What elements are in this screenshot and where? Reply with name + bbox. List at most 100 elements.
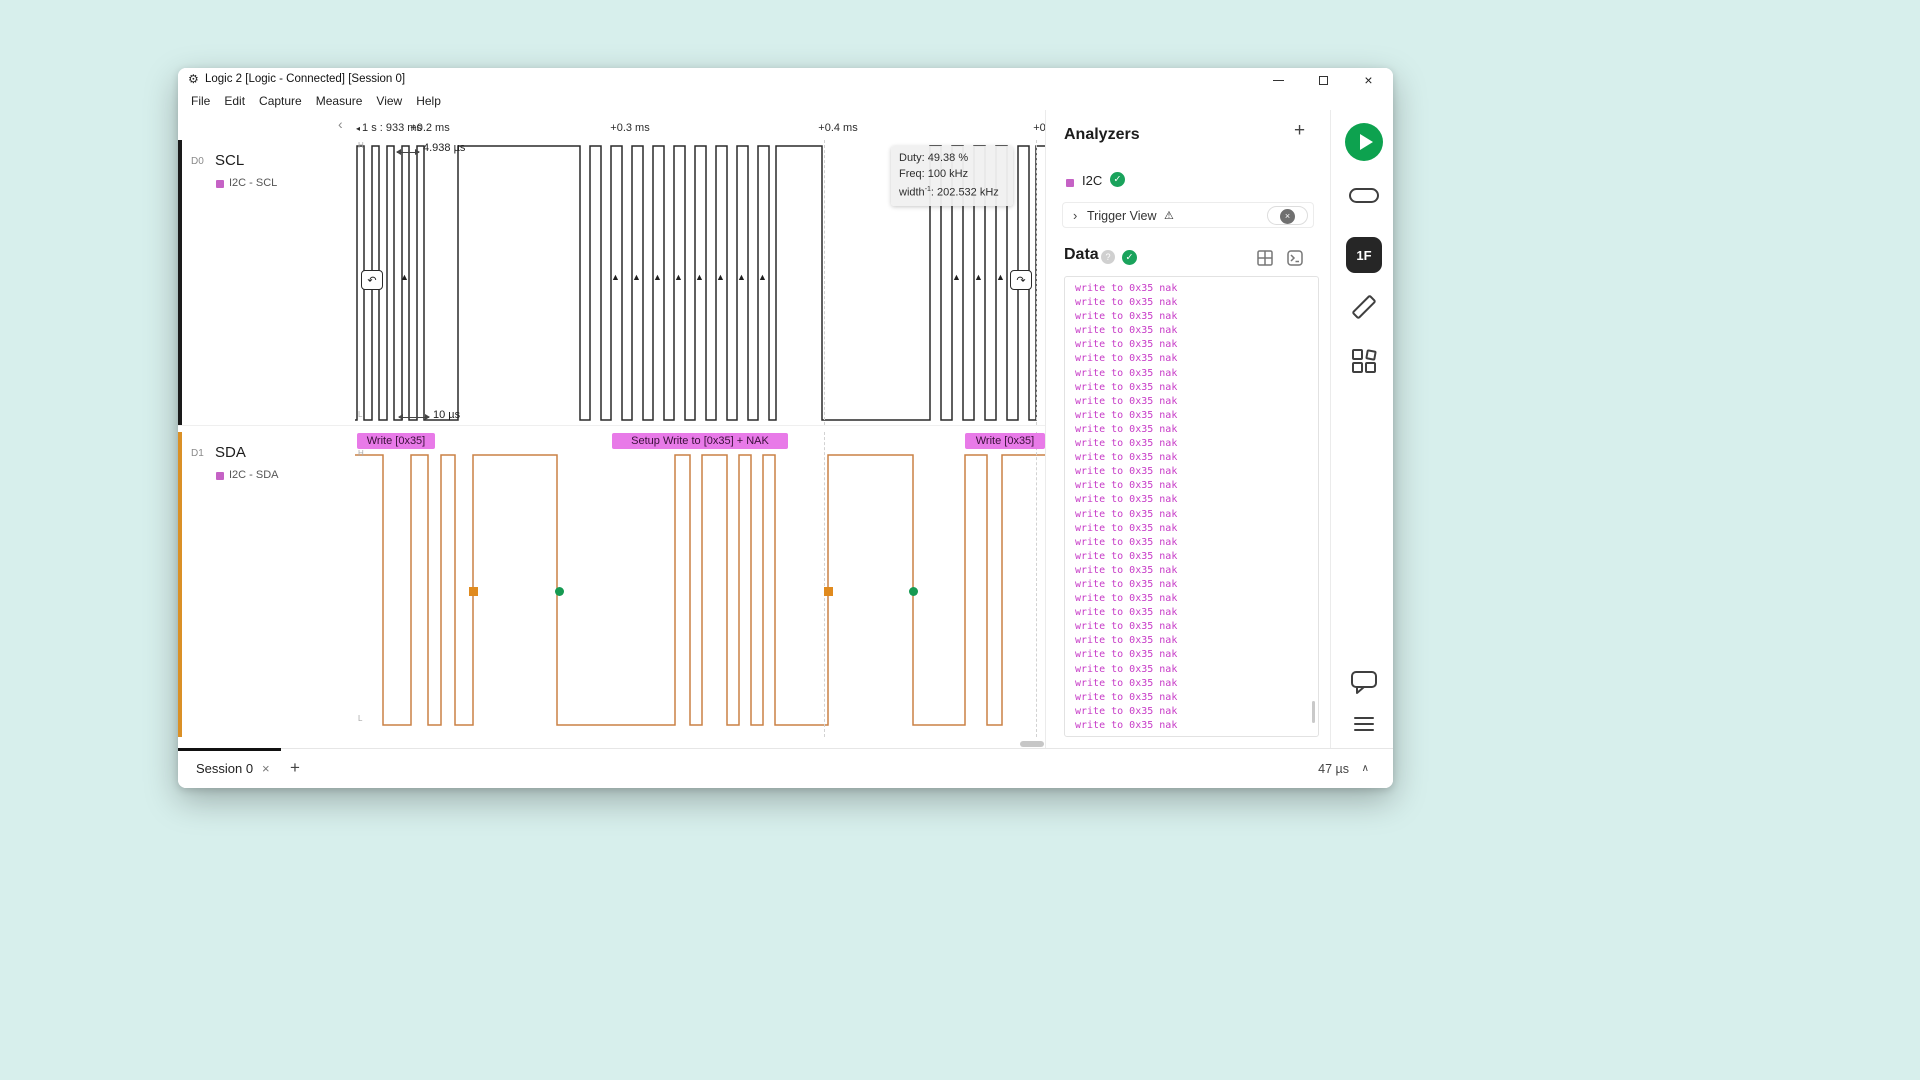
titlebar[interactable]: ⚙ Logic 2 [Logic - Connected] [Session 0… bbox=[178, 68, 1393, 92]
session-close-button[interactable]: × bbox=[262, 761, 270, 776]
maximize-button[interactable] bbox=[1301, 68, 1346, 92]
data-row[interactable]: write to 0x35 nak bbox=[1075, 451, 1318, 465]
data-row[interactable]: write to 0x35 nak bbox=[1075, 620, 1318, 634]
table-view-button[interactable] bbox=[1256, 249, 1274, 267]
data-row[interactable]: write to 0x35 nak bbox=[1075, 367, 1318, 381]
data-row[interactable]: write to 0x35 nak bbox=[1075, 648, 1318, 662]
rail-low-label: L bbox=[358, 714, 362, 723]
data-row[interactable]: write to 0x35 nak bbox=[1075, 578, 1318, 592]
data-row[interactable]: write to 0x35 nak bbox=[1075, 606, 1318, 620]
rail-low-label: L bbox=[358, 410, 362, 419]
extensions-button[interactable] bbox=[1349, 346, 1379, 376]
data-row[interactable]: write to 0x35 nak bbox=[1075, 282, 1318, 296]
data-row[interactable]: write to 0x35 nak bbox=[1075, 296, 1318, 310]
data-row[interactable]: write to 0x35 nak bbox=[1075, 536, 1318, 550]
data-row[interactable]: write to 0x35 nak bbox=[1075, 493, 1318, 507]
analyzer-label-scl[interactable]: I2C - SCL bbox=[229, 177, 277, 189]
data-row[interactable]: write to 0x35 nak bbox=[1075, 719, 1318, 733]
menu-item-capture[interactable]: Capture bbox=[252, 94, 309, 108]
data-row[interactable]: write to 0x35 nak bbox=[1075, 550, 1318, 564]
timeline-ruler[interactable]: ‹ ◂ 1 s : 933 ms +0.2 ms+0.3 ms+0.4 ms+0… bbox=[178, 110, 1045, 140]
warning-icon: ⚠ bbox=[1164, 209, 1174, 222]
frame-stop-marker[interactable] bbox=[469, 587, 478, 596]
device-icon[interactable] bbox=[1349, 188, 1379, 203]
menu-item-help[interactable]: Help bbox=[409, 94, 448, 108]
minimize-button[interactable] bbox=[1256, 68, 1301, 92]
data-row[interactable]: write to 0x35 nak bbox=[1075, 663, 1318, 677]
help-icon[interactable]: ? bbox=[1101, 250, 1115, 264]
add-analyzer-button[interactable]: + bbox=[1294, 120, 1305, 142]
main-menu-button[interactable] bbox=[1354, 717, 1374, 735]
channel-name-sda: SDA bbox=[215, 444, 246, 461]
play-icon bbox=[1360, 134, 1373, 150]
data-row[interactable]: write to 0x35 nak bbox=[1075, 634, 1318, 648]
i2c-check-icon: ✓ bbox=[1110, 172, 1125, 187]
list-scrollbar[interactable] bbox=[1312, 701, 1315, 723]
window-size-readout[interactable]: 47 µs bbox=[1318, 762, 1349, 776]
data-row[interactable]: write to 0x35 nak bbox=[1075, 508, 1318, 522]
decode-annotation-bubble[interactable]: Write [0x35] bbox=[965, 433, 1045, 449]
data-row[interactable]: write to 0x35 nak bbox=[1075, 352, 1318, 366]
period-measure-arrow bbox=[399, 417, 429, 418]
window-controls: × bbox=[1256, 68, 1391, 92]
feedback-button[interactable] bbox=[1349, 667, 1379, 697]
frame-start-marker[interactable] bbox=[555, 587, 564, 596]
data-row[interactable]: write to 0x35 nak bbox=[1075, 437, 1318, 451]
data-row[interactable]: write to 0x35 nak bbox=[1075, 677, 1318, 691]
pulse-width-measurement: 4.938 µs bbox=[423, 142, 465, 154]
data-row[interactable]: write to 0x35 nak bbox=[1075, 564, 1318, 578]
menu-item-measure[interactable]: Measure bbox=[309, 94, 370, 108]
timeline-back-chevron[interactable]: ‹ bbox=[338, 116, 343, 132]
analyzer-item-i2c[interactable]: I2C bbox=[1082, 173, 1102, 188]
data-row[interactable]: write to 0x35 nak bbox=[1075, 522, 1318, 536]
menu-item-edit[interactable]: Edit bbox=[217, 94, 252, 108]
frame-stop-marker[interactable] bbox=[824, 587, 833, 596]
decode-annotation-bubble[interactable]: Write [0x35] bbox=[357, 433, 435, 449]
channel-label-scl[interactable]: D0 SCL I2C - SCL bbox=[178, 140, 355, 425]
data-row[interactable]: write to 0x35 nak bbox=[1075, 465, 1318, 479]
data-row[interactable]: write to 0x35 nak bbox=[1075, 705, 1318, 719]
close-button[interactable]: × bbox=[1346, 68, 1391, 92]
sda-trace[interactable] bbox=[355, 432, 1045, 737]
channel-id-d0: D0 bbox=[191, 156, 204, 167]
data-row[interactable]: write to 0x35 nak bbox=[1075, 409, 1318, 423]
data-row[interactable]: write to 0x35 nak bbox=[1075, 310, 1318, 324]
trigger-view-toggle[interactable]: × bbox=[1267, 206, 1308, 225]
measure-tool-button[interactable] bbox=[1349, 292, 1379, 322]
horizontal-scrollbar[interactable] bbox=[1020, 741, 1044, 747]
chevron-up-icon[interactable]: ∧ bbox=[1362, 763, 1369, 774]
data-row[interactable]: write to 0x35 nak bbox=[1075, 423, 1318, 437]
app-window: ⚙ Logic 2 [Logic - Connected] [Session 0… bbox=[178, 68, 1393, 788]
timeline-origin-marker-icon: ◂ bbox=[356, 124, 360, 133]
menu-item-view[interactable]: View bbox=[369, 94, 409, 108]
analyzers-panel: Analyzers + I2C ✓ › Trigger View ⚠ × Dat… bbox=[1045, 110, 1330, 748]
new-session-button[interactable]: + bbox=[290, 758, 300, 778]
waveform-scl[interactable]: H L 4.938 µs 10 µs Duty: 49.38 % Freq: 1… bbox=[355, 140, 1045, 425]
session-tab[interactable]: Session 0 bbox=[196, 761, 253, 776]
active-tab-indicator bbox=[178, 748, 281, 751]
channel-label-sda[interactable]: D1 SDA I2C - SDA bbox=[178, 432, 355, 737]
menu-item-file[interactable]: File bbox=[184, 94, 217, 108]
data-row[interactable]: write to 0x35 nak bbox=[1075, 381, 1318, 395]
analyzer-bullet-icon bbox=[216, 180, 224, 188]
terminal-view-button[interactable] bbox=[1286, 249, 1304, 267]
data-row[interactable]: write to 0x35 nak bbox=[1075, 324, 1318, 338]
waveform-sda[interactable]: H L Write [0x35]Setup Write to [0x35] + … bbox=[355, 432, 1045, 737]
trigger-view-row[interactable]: › Trigger View ⚠ × bbox=[1062, 202, 1314, 228]
capture-mode-button[interactable]: 1F bbox=[1346, 237, 1382, 273]
frame-start-marker[interactable] bbox=[909, 587, 918, 596]
data-row[interactable]: write to 0x35 nak bbox=[1075, 338, 1318, 352]
data-row[interactable]: write to 0x35 nak bbox=[1075, 479, 1318, 493]
data-row[interactable]: write to 0x35 nak bbox=[1075, 395, 1318, 409]
analyzer-label-sda[interactable]: I2C - SDA bbox=[229, 469, 279, 481]
window-title: Logic 2 [Logic - Connected] [Session 0] bbox=[205, 73, 405, 85]
clock-bit-arrow-icon: ▲ bbox=[674, 272, 683, 282]
data-result-list[interactable]: write to 0x35 nakwrite to 0x35 nakwrite … bbox=[1064, 276, 1319, 737]
clock-bit-arrow-icon: ▲ bbox=[632, 272, 641, 282]
decode-annotation-bubble[interactable]: Setup Write to [0x35] + NAK bbox=[612, 433, 788, 449]
app-gear-icon: ⚙ bbox=[188, 72, 199, 86]
start-capture-button[interactable] bbox=[1345, 123, 1383, 161]
data-row[interactable]: write to 0x35 nak bbox=[1075, 592, 1318, 606]
data-row[interactable]: write to 0x35 nak bbox=[1075, 691, 1318, 705]
close-icon: × bbox=[1364, 73, 1372, 87]
